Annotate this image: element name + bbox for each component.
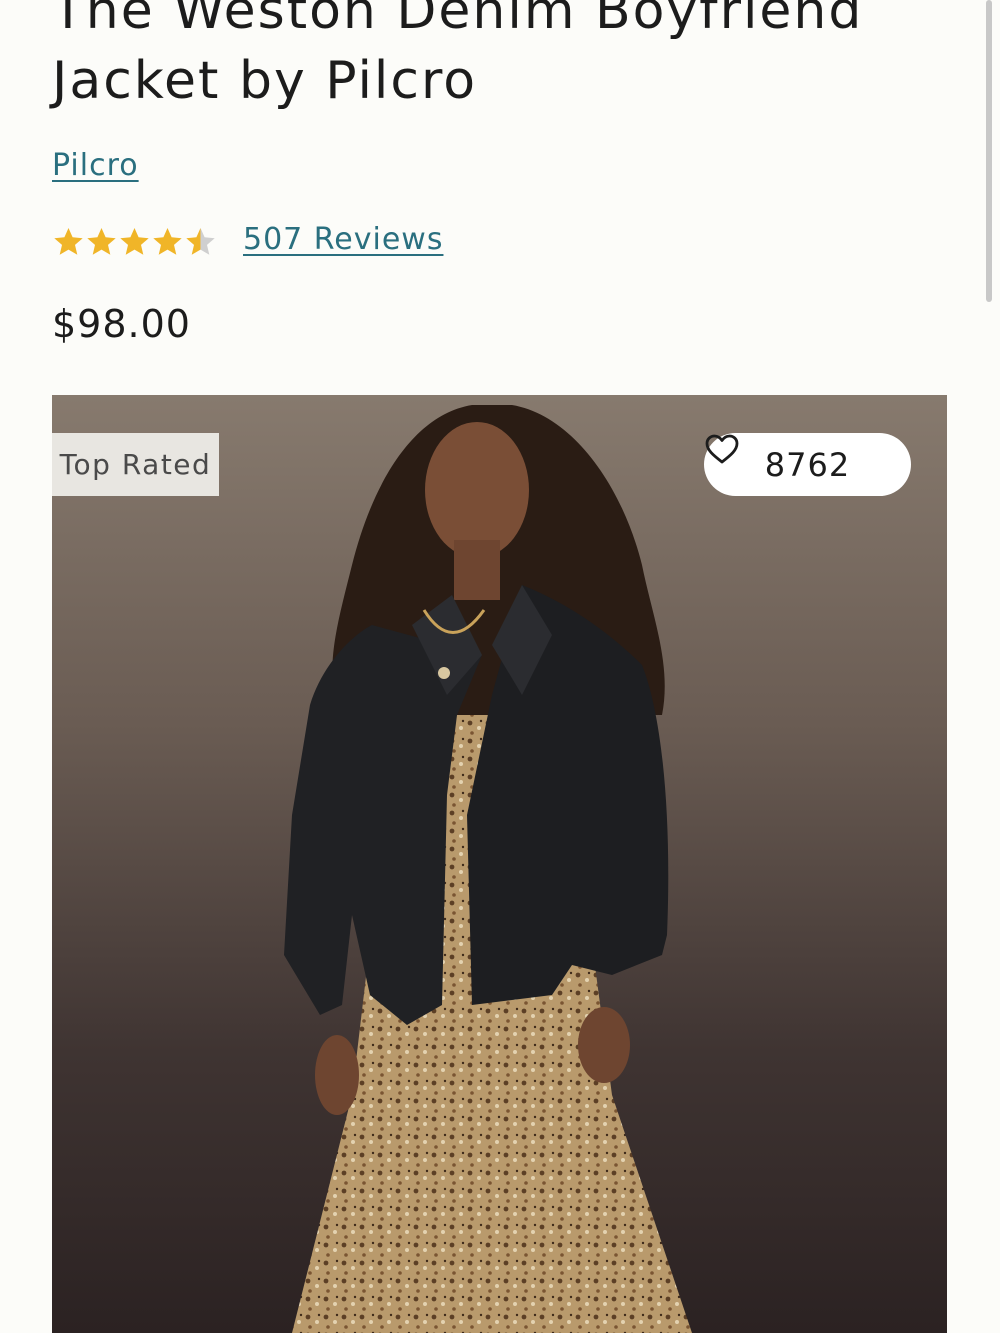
star-rating (52, 222, 217, 262)
model-photo (52, 395, 947, 1333)
rating-stars (52, 226, 217, 259)
product-title: The Weston Denim Boyfriend Jacket by Pil… (52, 0, 864, 111)
product-price: $98.00 (52, 302, 191, 346)
star-half-icon (186, 227, 215, 255)
brand-link[interactable]: Pilcro (52, 148, 139, 183)
star-full-icon (153, 227, 182, 255)
wishlist-button[interactable]: 8762 (704, 433, 911, 496)
top-rated-badge: Top Rated (52, 433, 219, 496)
heart-outline-icon (705, 434, 739, 464)
product-image[interactable]: Top Rated 8762 (52, 395, 947, 1333)
reviews-link[interactable]: 507 Reviews (243, 222, 443, 257)
wishlist-count: 8762 (764, 445, 851, 484)
star-full-icon (54, 227, 83, 255)
scrollbar[interactable] (986, 0, 992, 302)
star-full-icon (120, 227, 149, 255)
star-full-icon (87, 227, 116, 255)
